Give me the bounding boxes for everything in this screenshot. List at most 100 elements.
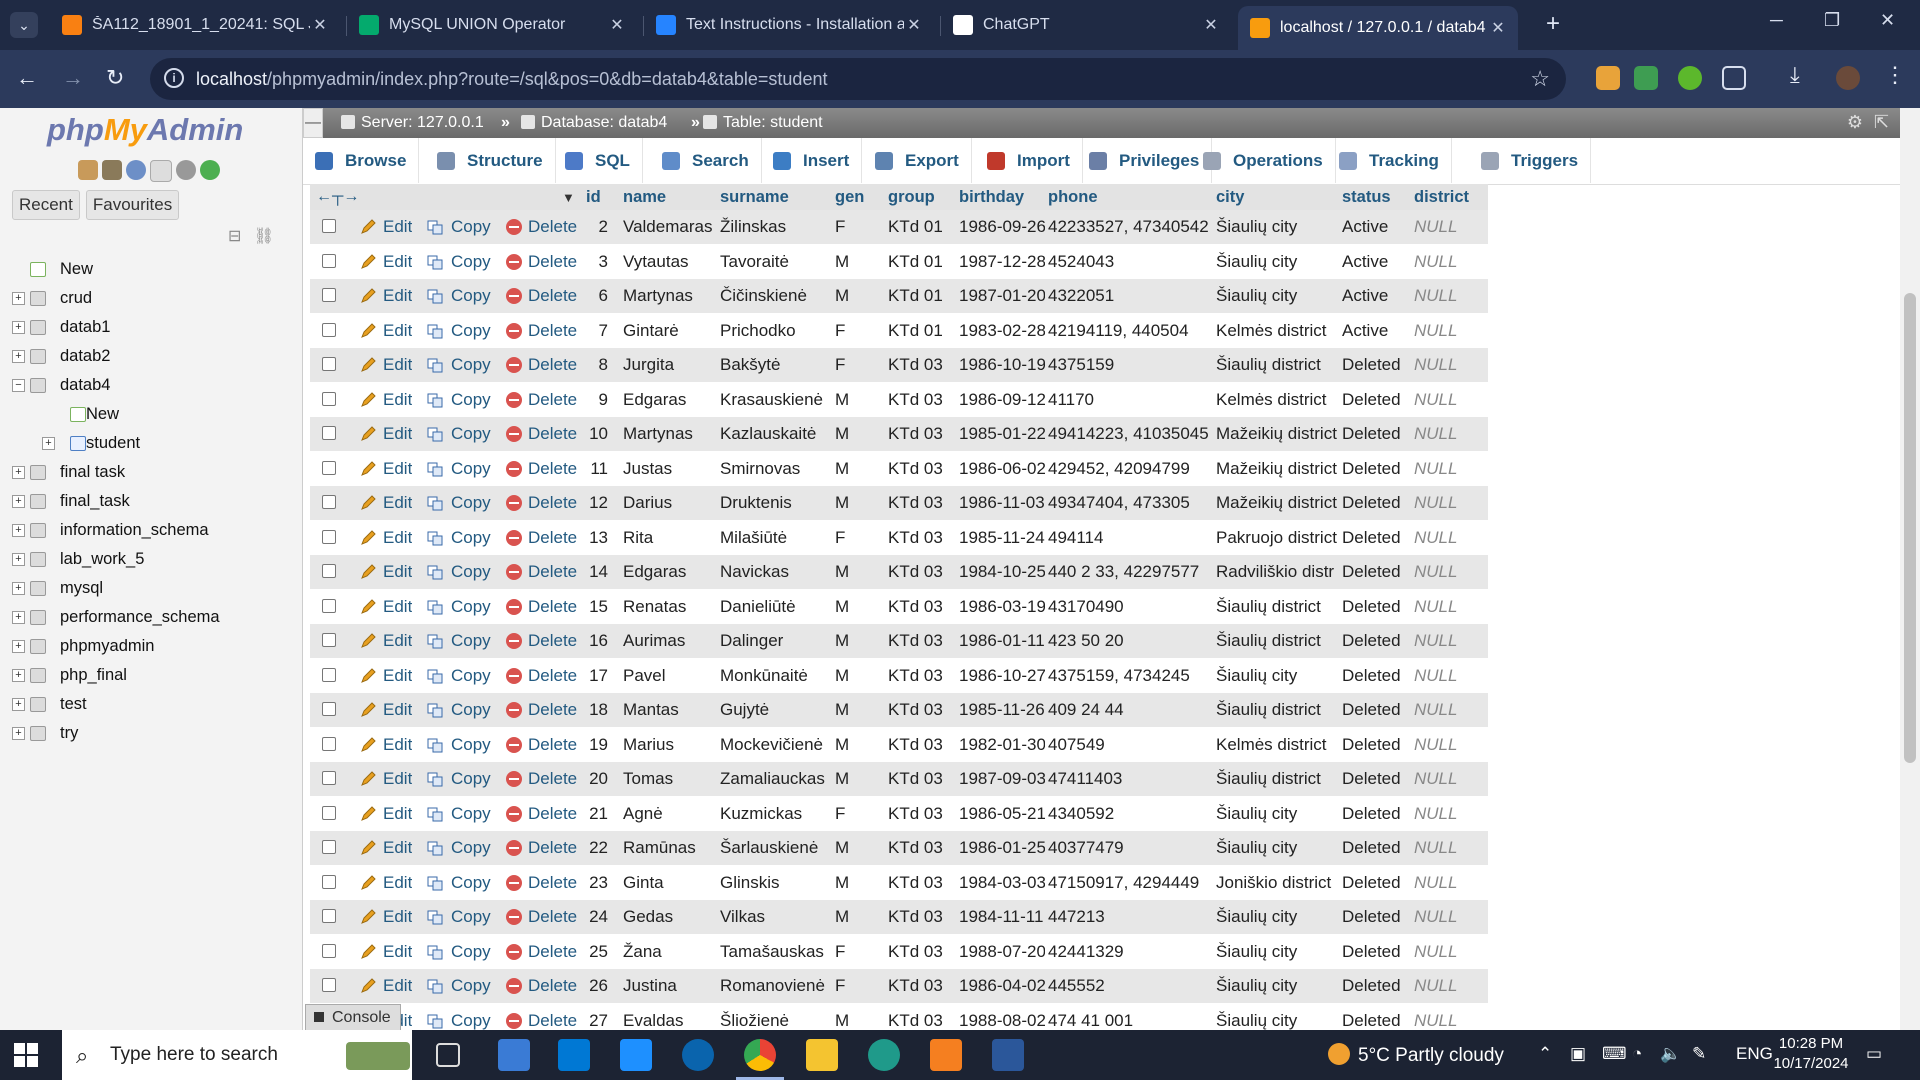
- cell-district[interactable]: NULL: [1414, 424, 1484, 444]
- home-icon[interactable]: [78, 160, 98, 180]
- cell-gen[interactable]: M: [835, 907, 883, 927]
- col-city-header[interactable]: city: [1216, 188, 1244, 207]
- cell-status[interactable]: Deleted: [1342, 493, 1408, 513]
- edit-row-link[interactable]: Edit: [383, 769, 412, 789]
- tree-database-item[interactable]: + performance_schema: [10, 604, 300, 633]
- cell-phone[interactable]: 494114: [1048, 528, 1212, 548]
- cell-id[interactable]: 8: [580, 355, 608, 375]
- tab-tracking[interactable]: Tracking: [1327, 138, 1452, 183]
- delete-row-link[interactable]: Delete: [528, 735, 577, 755]
- cell-name[interactable]: Žana: [623, 942, 715, 962]
- cell-status[interactable]: Deleted: [1342, 700, 1408, 720]
- tree-new-item[interactable]: New: [10, 401, 300, 430]
- settings-icon[interactable]: [176, 160, 196, 180]
- cell-birthday[interactable]: 1985-11-26: [959, 700, 1045, 720]
- cell-surname[interactable]: Milašiūtė: [720, 528, 830, 548]
- cell-gen[interactable]: F: [835, 321, 883, 341]
- delete-row-link[interactable]: Delete: [528, 424, 577, 444]
- cell-status[interactable]: Deleted: [1342, 838, 1408, 858]
- delete-row-link[interactable]: Delete: [528, 528, 577, 548]
- cell-district[interactable]: NULL: [1414, 286, 1484, 306]
- cell-phone[interactable]: 41170: [1048, 390, 1212, 410]
- cell-status[interactable]: Deleted: [1342, 459, 1408, 479]
- cell-gen[interactable]: M: [835, 390, 883, 410]
- row-checkbox[interactable]: [322, 357, 336, 371]
- cell-phone[interactable]: 447213: [1048, 907, 1212, 927]
- cell-surname[interactable]: Danieliūtė: [720, 597, 830, 617]
- cell-status[interactable]: Active: [1342, 217, 1408, 237]
- row-checkbox[interactable]: [322, 840, 336, 854]
- app-icon[interactable]: [498, 1039, 530, 1071]
- cell-id[interactable]: 19: [580, 735, 608, 755]
- cell-group[interactable]: KTd 03: [888, 666, 954, 686]
- copy-row-link[interactable]: Copy: [451, 597, 491, 617]
- breadcrumb-database[interactable]: Database: datab4: [521, 114, 667, 132]
- col-gen-header[interactable]: gen: [835, 188, 864, 207]
- cell-phone[interactable]: 49347404, 473305: [1048, 493, 1212, 513]
- cell-name[interactable]: Valdemaras: [623, 217, 715, 237]
- row-checkbox[interactable]: [322, 805, 336, 820]
- cell-status[interactable]: Deleted: [1342, 769, 1408, 789]
- cell-id[interactable]: 22: [580, 838, 608, 858]
- copy-row-link[interactable]: Copy: [451, 424, 491, 444]
- cell-birthday[interactable]: 1987-12-28: [959, 252, 1045, 272]
- close-tab-icon[interactable]: ✕: [607, 15, 627, 35]
- cell-name[interactable]: Jurgita: [623, 355, 715, 375]
- copy-row-link[interactable]: Copy: [451, 459, 491, 479]
- cell-id[interactable]: 2: [580, 217, 608, 237]
- cell-group[interactable]: KTd 03: [888, 390, 954, 410]
- cell-surname[interactable]: Glinskis: [720, 873, 830, 893]
- delete-row-link[interactable]: Delete: [528, 700, 577, 720]
- scrollbar-thumb[interactable]: [1904, 293, 1916, 763]
- cell-surname[interactable]: Smirnovas: [720, 459, 830, 479]
- edit-row-link[interactable]: Edit: [383, 562, 412, 582]
- expand-icon[interactable]: +: [12, 611, 25, 624]
- cell-district[interactable]: NULL: [1414, 390, 1484, 410]
- copy-row-link[interactable]: Copy: [451, 631, 491, 651]
- console-tab[interactable]: Console: [305, 1004, 401, 1030]
- edge-icon[interactable]: [868, 1039, 900, 1071]
- tab-import[interactable]: Import: [975, 138, 1083, 183]
- tab-sql[interactable]: SQL: [553, 138, 643, 183]
- expand-icon[interactable]: +: [12, 466, 25, 479]
- row-checkbox[interactable]: [322, 771, 336, 785]
- cell-district[interactable]: NULL: [1414, 562, 1484, 582]
- edit-row-link[interactable]: Edit: [383, 355, 412, 375]
- copy-row-link[interactable]: Copy: [451, 321, 491, 341]
- cell-city[interactable]: Mažeikių district: [1216, 459, 1338, 479]
- cell-gen[interactable]: M: [835, 459, 883, 479]
- cell-group[interactable]: KTd 03: [888, 355, 954, 375]
- chrome-menu-icon[interactable]: ⋮: [1884, 62, 1908, 87]
- cell-id[interactable]: 23: [580, 873, 608, 893]
- cell-birthday[interactable]: 1985-11-24: [959, 528, 1045, 548]
- cell-surname[interactable]: Tamašauskas: [720, 942, 830, 962]
- cell-district[interactable]: NULL: [1414, 735, 1484, 755]
- copy-row-link[interactable]: Copy: [451, 942, 491, 962]
- weather-widget[interactable]: 5°C Partly cloudy: [1328, 1043, 1504, 1067]
- cell-phone[interactable]: 42441329: [1048, 942, 1212, 962]
- cell-gen[interactable]: M: [835, 769, 883, 789]
- cell-gen[interactable]: M: [835, 562, 883, 582]
- site-info-icon[interactable]: i: [164, 68, 184, 88]
- tree-database-item[interactable]: + try: [10, 720, 300, 749]
- cell-gen[interactable]: F: [835, 217, 883, 237]
- edit-row-link[interactable]: Edit: [383, 666, 412, 686]
- cell-name[interactable]: Edgaras: [623, 390, 715, 410]
- cell-group[interactable]: KTd 03: [888, 907, 954, 927]
- expand-icon[interactable]: +: [12, 350, 25, 363]
- tab-browse[interactable]: Browse: [303, 138, 420, 183]
- edit-row-link[interactable]: Edit: [383, 597, 412, 617]
- cell-city[interactable]: Šiaulių city: [1216, 942, 1338, 962]
- row-checkbox[interactable]: [322, 702, 336, 716]
- copy-row-link[interactable]: Copy: [451, 769, 491, 789]
- cell-group[interactable]: KTd 03: [888, 631, 954, 651]
- copy-row-link[interactable]: Copy: [451, 528, 491, 548]
- cell-status[interactable]: Deleted: [1342, 562, 1408, 582]
- cell-city[interactable]: Šiaulių district: [1216, 597, 1338, 617]
- cell-group[interactable]: KTd 01: [888, 321, 954, 341]
- cell-surname[interactable]: Navickas: [720, 562, 830, 582]
- expand-icon[interactable]: +: [12, 640, 25, 653]
- cell-district[interactable]: NULL: [1414, 631, 1484, 651]
- tree-database-item[interactable]: + information_schema: [10, 517, 300, 546]
- cell-birthday[interactable]: 1988-07-20: [959, 942, 1045, 962]
